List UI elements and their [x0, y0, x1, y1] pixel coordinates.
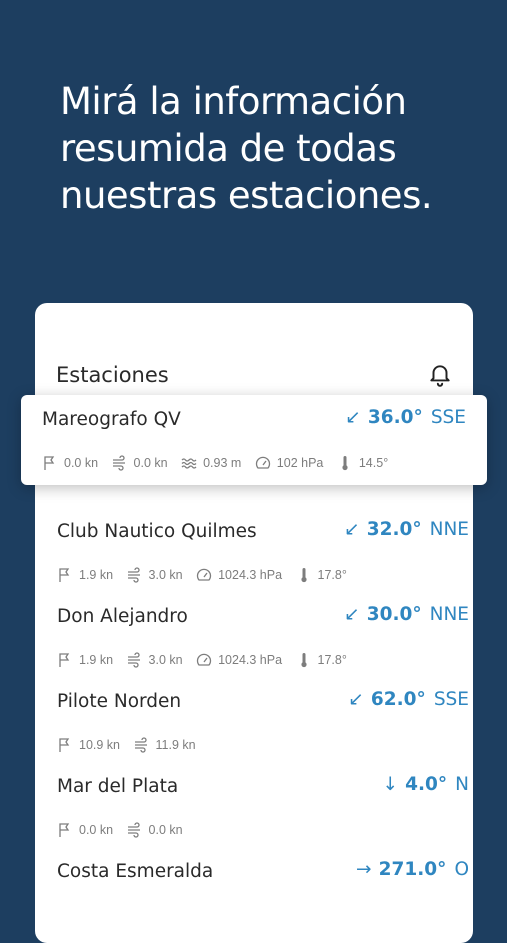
- wind-speed: 1.9 kn: [57, 567, 113, 583]
- wind-icon: [127, 822, 140, 838]
- gauge-icon: [196, 653, 212, 666]
- wind-speed-value: 10.9 kn: [79, 738, 121, 752]
- wind-speed-value: 0.0 kn: [79, 823, 114, 837]
- station-item-pilote-norden[interactable]: Pilote Norden ↙ 62.0° SSE 10.9 kn 11.9 kn: [57, 689, 469, 759]
- wind-cardinal: SSE: [433, 689, 469, 710]
- wind-gust: 0.0 kn: [112, 455, 168, 471]
- wind-direction: → 271.0° O: [355, 859, 469, 880]
- wind-speed-value: 0.0 kn: [64, 456, 99, 470]
- gauge-icon: [196, 568, 212, 581]
- wind-gust: 3.0 kn: [127, 567, 183, 583]
- wind-gust-value: 3.0 kn: [148, 653, 183, 667]
- wind-arrow-icon: ↙: [348, 689, 364, 710]
- thermometer-icon: [300, 653, 307, 668]
- station-name: Mareografo QV: [42, 409, 181, 430]
- wind-speed-value: 1.9 kn: [79, 653, 114, 667]
- station-item-costa-esmeralda[interactable]: Costa Esmeralda → 271.0° O: [57, 859, 469, 889]
- wind-direction: ↙ 62.0° SSE: [347, 689, 469, 710]
- wind-icon: [112, 455, 125, 471]
- wind-cardinal: NNE: [429, 519, 469, 540]
- pressure-value: 1024.3 hPa: [218, 653, 283, 667]
- station-name: Mar del Plata: [57, 776, 179, 797]
- flag-icon: [59, 738, 70, 752]
- flag-icon: [44, 456, 55, 470]
- wind-icon: [127, 567, 140, 583]
- wave-height: 0.93 m: [181, 455, 241, 471]
- station-item-mareografo[interactable]: Mareografo QV ↙ 36.0° SSE 0.0 kn 0.0 kn 0…: [21, 395, 487, 485]
- wind-icon: [134, 737, 147, 753]
- temperature-value: 17.8°: [317, 568, 347, 582]
- gauge-icon: [255, 456, 270, 469]
- wind-icon: [127, 652, 140, 668]
- wind-gust: 0.0 kn: [127, 822, 183, 838]
- flag-icon: [59, 653, 70, 667]
- pressure-value: 102 hPa: [276, 456, 324, 470]
- pressure: 102 hPa: [255, 455, 324, 471]
- wind-degrees: 32.0°: [366, 519, 422, 540]
- wind-speed: 10.9 kn: [57, 737, 120, 753]
- wind-cardinal: NNE: [429, 604, 469, 625]
- wind-direction: ↓ 4.0° N: [381, 774, 469, 795]
- wind-arrow-icon: ↓: [382, 774, 398, 795]
- wind-direction: ↙ 30.0° NNE: [343, 604, 469, 625]
- wind-direction: ↙ 36.0° SSE: [344, 407, 466, 428]
- temperature: 17.8°: [296, 567, 347, 583]
- wind-arrow-icon: ↙: [344, 519, 360, 540]
- wind-degrees: 271.0°: [378, 859, 447, 880]
- thermometer-icon: [342, 456, 348, 471]
- bell-icon[interactable]: [427, 362, 453, 388]
- temperature-value: 14.5°: [358, 456, 389, 470]
- station-item-mar-del-plata[interactable]: Mar del Plata ↓ 4.0° N 0.0 kn 0.0 kn: [57, 774, 469, 844]
- station-name: Pilote Norden: [57, 691, 182, 712]
- wind-degrees: 4.0°: [405, 774, 448, 795]
- flag-icon: [59, 568, 70, 582]
- wind-speed-value: 1.9 kn: [79, 568, 114, 582]
- station-name: Don Alejandro: [57, 606, 188, 627]
- wind-arrow-icon: →: [356, 859, 372, 880]
- wind-gust-value: 11.9 kn: [155, 738, 196, 752]
- temperature: 14.5°: [337, 455, 388, 471]
- wind-arrow-icon: ↙: [345, 407, 361, 428]
- wind-gust: 3.0 kn: [127, 652, 183, 668]
- wind-degrees: 62.0°: [370, 689, 426, 710]
- wind-cardinal: SSE: [430, 407, 466, 428]
- wind-speed: 0.0 kn: [42, 455, 98, 471]
- wind-arrow-icon: ↙: [344, 604, 360, 625]
- wind-gust: 11.9 kn: [134, 737, 196, 753]
- wind-speed: 1.9 kn: [57, 652, 113, 668]
- wind-degrees: 36.0°: [367, 407, 423, 428]
- wave-height-value: 0.93 m: [203, 456, 242, 470]
- wind-gust-value: 0.0 kn: [148, 823, 183, 837]
- wind-gust-value: 3.0 kn: [148, 568, 183, 582]
- wind-cardinal: O: [454, 859, 469, 880]
- pressure: 1024.3 hPa: [196, 652, 282, 668]
- wind-direction: ↙ 32.0° NNE: [343, 519, 469, 540]
- station-item-don-alejandro[interactable]: Don Alejandro ↙ 30.0° NNE 1.9 kn 3.0 kn 1…: [57, 604, 469, 674]
- card-header: Estaciones: [56, 363, 453, 393]
- station-name: Club Nautico Quilmes: [57, 521, 257, 542]
- wind-degrees: 30.0°: [366, 604, 422, 625]
- card-title: Estaciones: [56, 363, 169, 387]
- wind-cardinal: N: [455, 774, 469, 795]
- flag-icon: [59, 823, 70, 837]
- wind-gust-value: 0.0 kn: [133, 456, 168, 470]
- wave-icon: [181, 458, 197, 469]
- station-item-club-nautico[interactable]: Club Nautico Quilmes ↙ 32.0° NNE 1.9 kn 3…: [57, 519, 469, 589]
- wind-speed: 0.0 kn: [57, 822, 113, 838]
- headline: Mirá la información resumida de todas nu…: [60, 80, 433, 217]
- pressure: 1024.3 hPa: [196, 567, 282, 583]
- pressure-value: 1024.3 hPa: [218, 568, 283, 582]
- station-name: Costa Esmeralda: [57, 861, 214, 882]
- thermometer-icon: [300, 568, 307, 583]
- temperature-value: 17.8°: [317, 653, 347, 667]
- temperature: 17.8°: [296, 652, 347, 668]
